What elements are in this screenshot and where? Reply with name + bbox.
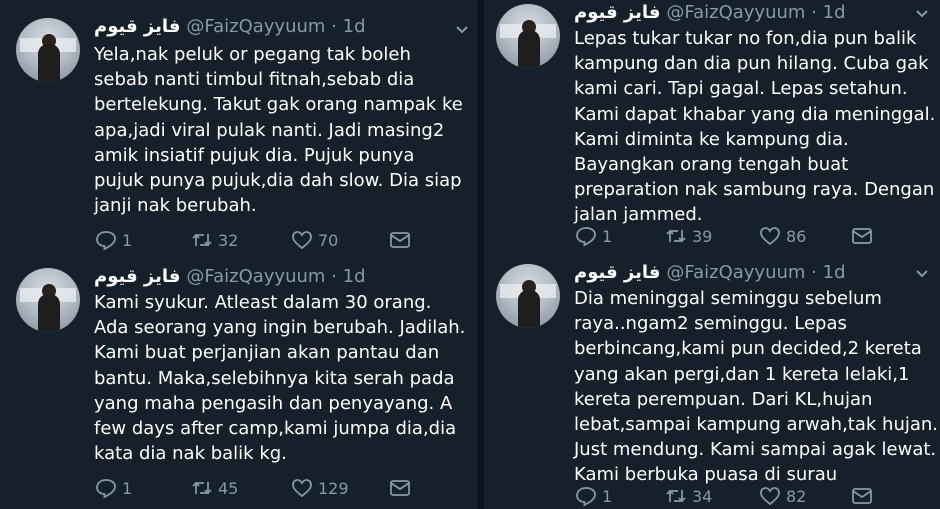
dm-button[interactable] [850,224,874,248]
timestamp[interactable]: · 1d [811,262,845,283]
handle[interactable]: @FaizQayyuum [666,2,805,23]
retweet-button[interactable]: 32 [190,228,238,252]
retweet-count: 32 [218,230,239,250]
avatar[interactable] [496,4,560,68]
reply-count: 1 [602,226,613,246]
reply-button[interactable]: 1 [574,224,612,248]
reply-count: 1 [122,478,133,498]
heart-icon [760,487,780,506]
reply-icon [96,479,116,499]
chevron-down-icon[interactable] [914,266,930,282]
display-name[interactable]: فايز قيوم [574,262,660,283]
retweet-button[interactable]: 39 [664,224,712,248]
display-name[interactable]: فايز قيوم [94,16,180,37]
timestamp[interactable]: · 1d [331,266,365,287]
dm-button[interactable] [388,228,412,252]
like-button[interactable]: 86 [758,224,806,248]
envelope-icon [390,480,410,496]
heart-icon [292,231,312,250]
retweet-icon [192,481,212,495]
tweet-header: فايز قيوم @FaizQayyuum · 1d [574,262,846,284]
tweet-text: Kami syukur. Atleast dalam 30 orang. Ada… [94,292,466,465]
retweet-count: 45 [218,478,239,498]
retweet-icon [666,229,686,243]
tweet-text: Dia meninggal seminggu sebelum raya..nga… [574,288,939,486]
reply-icon [96,231,116,251]
like-count: 70 [318,230,339,250]
timestamp[interactable]: · 1d [331,16,365,37]
like-count: 86 [786,226,807,246]
envelope-icon [852,488,872,504]
tweet-card[interactable]: فايز قيوم @FaizQayyuum · 1d Dia meninggal… [496,258,940,509]
like-count: 82 [786,486,807,506]
timestamp[interactable]: · 1d [811,2,845,23]
dm-button[interactable] [388,476,412,500]
heart-icon [292,479,312,498]
reply-count: 1 [602,486,613,506]
tweet-card[interactable]: فايز قيوم @FaizQayyuum · 1d Kami syukur. … [16,258,476,509]
tweet-text: Yela,nak peluk or pegang tak boleh sebab… [94,44,463,217]
like-button[interactable]: 82 [758,484,806,508]
like-button[interactable]: 129 [290,476,349,500]
like-button[interactable]: 70 [290,228,338,252]
tweet-card[interactable]: فايز قيوم @FaizQayyuum · 1d Yela,nak pelu… [16,4,476,258]
envelope-icon [390,232,410,248]
chevron-down-icon[interactable] [914,6,930,22]
retweet-icon [666,489,686,503]
tweet-text: Lepas tukar tukar no fon,dia pun balik k… [574,28,936,226]
reply-icon [576,487,596,507]
retweet-count: 34 [692,486,713,506]
handle[interactable]: @FaizQayyuum [186,16,325,37]
reply-button[interactable]: 1 [94,228,132,252]
retweet-button[interactable]: 45 [190,476,238,500]
avatar[interactable] [496,264,560,328]
retweet-button[interactable]: 34 [664,484,712,508]
envelope-icon [852,228,872,244]
heart-icon [760,227,780,246]
tweet-header: فايز قيوم @FaizQayyuum · 1d [574,2,846,24]
reply-count: 1 [122,230,133,250]
tweet-header: فايز قيوم @FaizQayyuum · 1d [94,266,366,288]
reply-button[interactable]: 1 [574,484,612,508]
like-count: 129 [318,478,349,498]
avatar[interactable] [16,268,80,332]
avatar[interactable] [16,18,80,82]
display-name[interactable]: فايز قيوم [94,266,180,287]
reply-button[interactable]: 1 [94,476,132,500]
column-divider [478,0,484,509]
retweet-count: 39 [692,226,713,246]
display-name[interactable]: فايز قيوم [574,2,660,23]
chevron-down-icon[interactable] [454,22,470,38]
retweet-icon [192,233,212,247]
tweet-card[interactable]: فايز قيوم @FaizQayyuum · 1d Lepas tukar t… [496,0,940,258]
handle[interactable]: @FaizQayyuum [666,262,805,283]
handle[interactable]: @FaizQayyuum [186,266,325,287]
tweet-header: فايز قيوم @FaizQayyuum · 1d [94,16,366,38]
reply-icon [576,227,596,247]
dm-button[interactable] [850,484,874,508]
